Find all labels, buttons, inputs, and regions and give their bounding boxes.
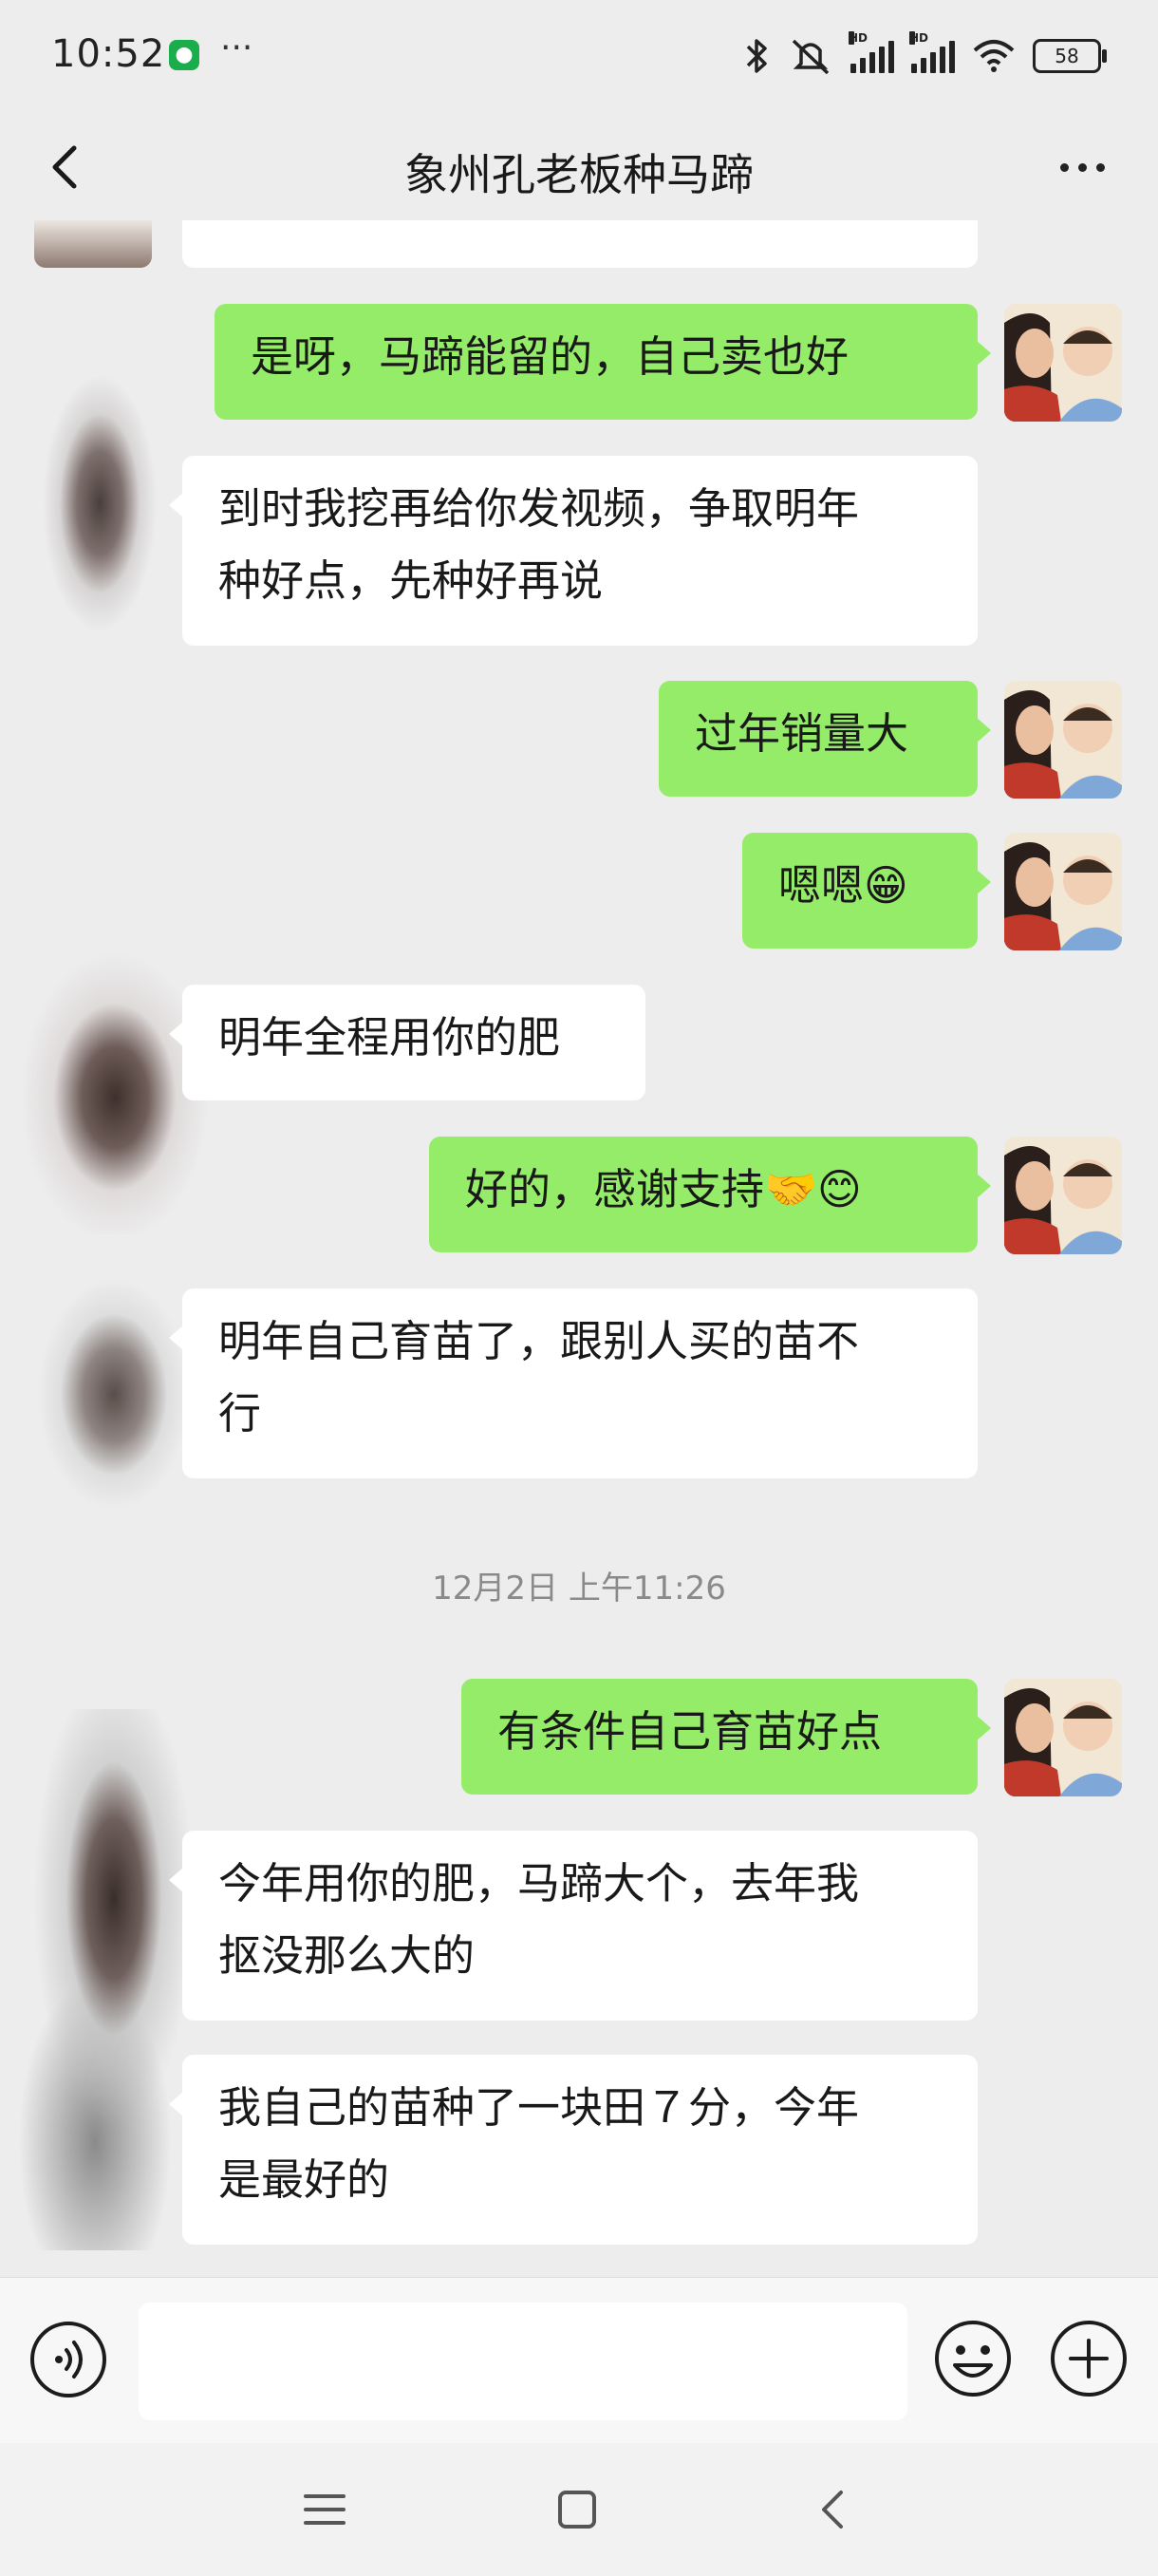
message-text: 过年销量大 (695, 708, 909, 759)
signal-hd-icon: HD (849, 31, 894, 73)
voice-input-button[interactable] (30, 2322, 106, 2397)
more-options-button[interactable] (1044, 139, 1120, 196)
message-text: 到时我挖再给你发视频，争取明年 (218, 483, 860, 534)
bluetooth-icon (746, 39, 767, 73)
message-text: 我自己的苗种了一块田７分，今年 (218, 2082, 860, 2133)
status-bar: 10:52 ● ··· HD HD 58 (0, 0, 1158, 114)
battery-icon: 58 (1033, 39, 1107, 73)
status-more: ··· (220, 28, 253, 67)
message-text: 嗯嗯😁 (778, 860, 908, 911)
emoji-button[interactable] (932, 2318, 1014, 2399)
message-text: 明年自己育苗了，跟别人买的苗不 (218, 1316, 860, 1366)
message-text: 好的，感谢支持🤝😊 (465, 1164, 862, 1214)
nav-menu-button[interactable] (296, 2481, 353, 2538)
avatar-me[interactable] (1004, 1137, 1122, 1254)
mute-icon (792, 39, 830, 75)
chat-timestamp: 12月2日 上午11:26 (432, 1570, 726, 1608)
avatar-other-blurred (9, 1709, 199, 2250)
avatar-other-blurred (28, 361, 171, 646)
message-bubble-incoming[interactable]: 明年全程用你的肥 (169, 985, 645, 1100)
notification-app-icon: ● (169, 40, 199, 70)
message-text: 行 (218, 1388, 262, 1438)
system-nav-bar (0, 2443, 1158, 2576)
chat-title: 象州孔老板种马蹄 (404, 149, 754, 200)
message-text: 今年用你的肥，马蹄大个，去年我 (218, 1858, 860, 1908)
message-bubble-incoming[interactable]: 到时我挖再给你发视频，争取明年 种好点，先种好再说 (169, 456, 978, 646)
status-time: 10:52 (51, 32, 166, 76)
voice-icon (55, 2341, 83, 2379)
message-bubble-outgoing[interactable]: 嗯嗯😁 (742, 833, 991, 949)
avatar-me[interactable] (1004, 833, 1122, 950)
signal-hd-icon: HD (909, 31, 955, 73)
message-bubble-outgoing[interactable]: 是呀，马蹄能留的，自己卖也好 (215, 304, 991, 420)
message-bubble-outgoing[interactable]: 过年销量大 (659, 681, 991, 797)
more-functions-button[interactable] (1048, 2318, 1130, 2399)
message-text: 是呀，马蹄能留的，自己卖也好 (251, 331, 850, 382)
chat-header: 象州孔老板种马蹄 (0, 114, 1158, 220)
nav-home-button[interactable] (549, 2481, 606, 2538)
message-text: 种好点，先种好再说 (218, 555, 604, 606)
message-bubble-incoming[interactable]: 我自己的苗种了一块田７分，今年 是最好的 (169, 2055, 978, 2245)
message-bubble-incoming[interactable]: 明年自己育苗了，跟别人买的苗不 行 (169, 1288, 978, 1478)
partial-message-bubble (182, 220, 978, 268)
message-bubble-outgoing[interactable]: 有条件自己育苗好点 (461, 1679, 991, 1795)
partial-avatar (34, 220, 152, 268)
nav-back-button[interactable] (805, 2481, 862, 2538)
message-bubble-incoming[interactable]: 今年用你的肥，马蹄大个，去年我 抠没那么大的 (169, 1831, 978, 2021)
avatar-other-blurred (19, 1253, 209, 1510)
avatar-me[interactable] (1004, 1679, 1122, 1796)
avatar-other-blurred (0, 874, 209, 1234)
message-text: 是最好的 (218, 2154, 390, 2205)
input-bar (0, 2277, 1158, 2444)
wifi-icon (973, 40, 1015, 72)
message-text: 明年全程用你的肥 (218, 1012, 561, 1062)
message-text: 有条件自己育苗好点 (497, 1706, 883, 1757)
avatar-me[interactable] (1004, 681, 1122, 799)
message-bubble-outgoing[interactable]: 好的，感谢支持🤝😊 (429, 1137, 991, 1252)
message-input[interactable] (139, 2303, 907, 2420)
avatar-me[interactable] (1004, 304, 1122, 422)
message-text: 抠没那么大的 (218, 1930, 476, 1981)
